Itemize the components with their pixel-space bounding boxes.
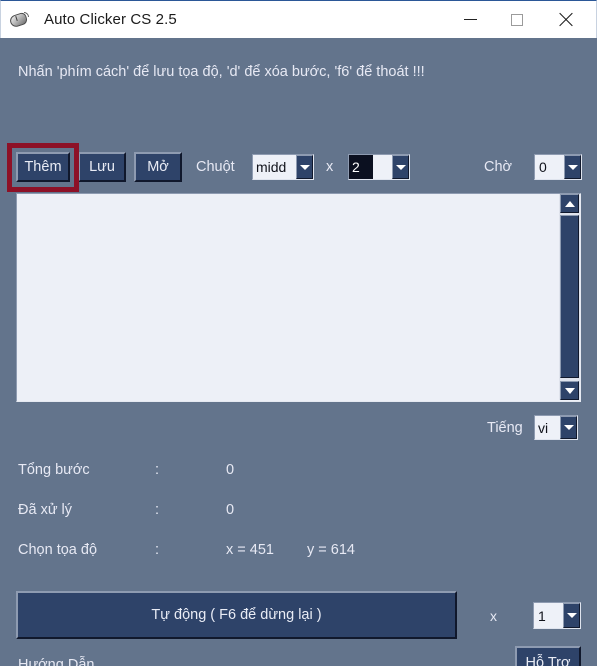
guide-link[interactable]: Hướng Dẫn	[18, 657, 94, 666]
mouse-label: Chuột	[196, 159, 235, 175]
mouse-type-combobox[interactable]: midd	[252, 154, 314, 180]
chevron-down-icon[interactable]	[564, 155, 581, 179]
language-label: Tiếng	[487, 420, 523, 436]
wait-combobox[interactable]: 0	[534, 154, 582, 180]
add-step-button[interactable]: Thêm	[16, 152, 70, 182]
total-steps-value: 0	[226, 462, 235, 478]
click-count-spinner[interactable]: 2	[348, 154, 410, 180]
window-title: Auto Clicker CS 2.5	[44, 11, 177, 28]
scrollbar-thumb[interactable]	[560, 215, 579, 378]
click-count-filler	[373, 155, 392, 179]
window-titlebar: Auto Clicker CS 2.5	[0, 0, 597, 38]
chevron-down-icon[interactable]	[560, 416, 577, 439]
steps-textarea[interactable]	[16, 193, 581, 402]
total-steps-separator: :	[155, 462, 160, 478]
chevron-down-icon[interactable]	[563, 603, 580, 628]
instruction-text: Nhấn 'phím cách' để lưu tọa độ, 'd' để x…	[18, 64, 425, 80]
coordinates-label: Chọn tọa độ	[18, 542, 98, 558]
repeat-value: 1	[538, 607, 546, 624]
coordinates-y-value: y = 614	[307, 542, 355, 558]
coordinates-x-value: x = 451	[226, 542, 274, 558]
support-button[interactable]: Hỗ Trợ	[515, 646, 581, 666]
client-area: Nhấn 'phím cách' để lưu tọa độ, 'd' để x…	[0, 38, 597, 666]
repeat-combobox[interactable]: 1	[533, 602, 581, 629]
scroll-up-icon[interactable]	[560, 194, 579, 213]
processed-separator: :	[155, 502, 160, 518]
maximize-icon[interactable]	[494, 1, 540, 38]
scroll-down-icon[interactable]	[560, 381, 579, 400]
minimize-icon[interactable]	[447, 1, 493, 38]
wait-value: 0	[539, 159, 547, 175]
total-steps-label: Tổng bước	[18, 462, 90, 478]
steps-textarea-content[interactable]	[17, 194, 561, 400]
language-value: vi	[538, 419, 549, 436]
processed-value: 0	[226, 502, 235, 518]
mouse-type-value: midd	[253, 155, 296, 179]
mouse-icon	[8, 9, 30, 31]
open-button[interactable]: Mở	[134, 152, 182, 182]
wait-label: Chờ	[484, 159, 513, 175]
click-count-value: 2	[349, 155, 373, 179]
steps-scrollbar[interactable]	[559, 194, 580, 400]
language-combobox[interactable]: vi	[534, 415, 578, 440]
multiply-label: x	[326, 159, 334, 175]
repeat-label: x	[490, 608, 497, 624]
coordinates-separator: :	[155, 542, 160, 558]
chevron-down-icon[interactable]	[392, 155, 409, 179]
processed-label: Đã xử lý	[18, 502, 73, 518]
auto-run-button[interactable]: Tự động ( F6 để dừng lại )	[16, 591, 457, 639]
save-button[interactable]: Lưu	[78, 152, 126, 182]
close-icon[interactable]	[540, 1, 590, 38]
chevron-down-icon[interactable]	[296, 155, 313, 179]
